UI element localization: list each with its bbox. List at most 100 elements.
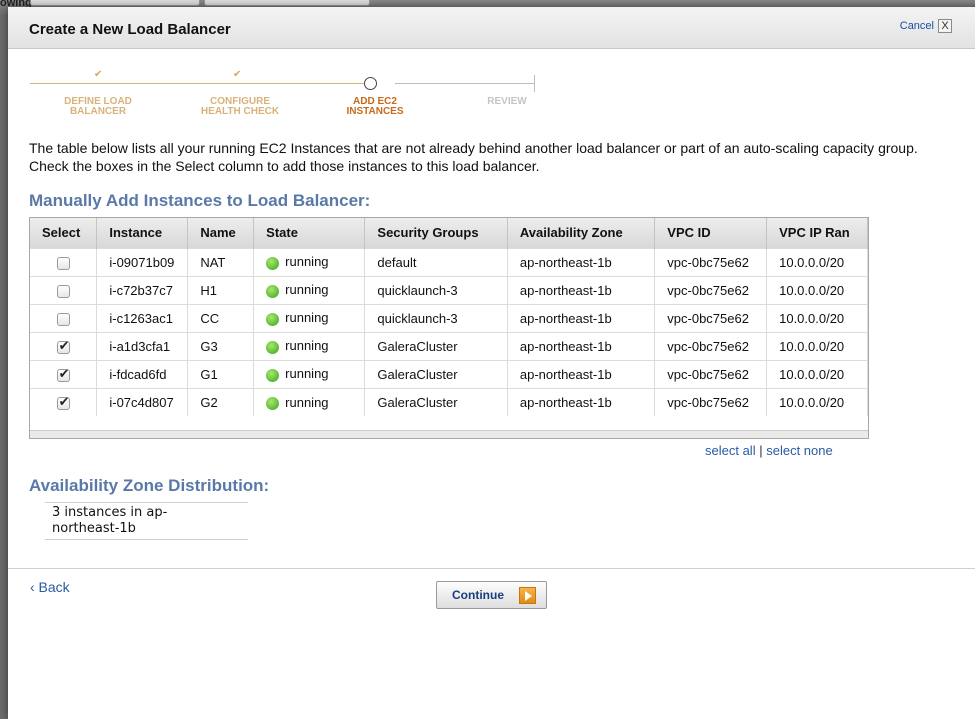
availability-zone-cell: ap-northeast-1b [507,275,656,304]
cancel-link[interactable]: Cancel [900,20,934,32]
column-header-state[interactable]: State [253,218,366,248]
table-row[interactable]: i-a1d3cfa1G3 running GaleraClusterap-north… [30,331,868,360]
continue-button[interactable]: Continue [436,581,547,609]
security-group-cell: GaleraCluster [364,331,508,360]
wizard-progress-done-line [30,83,367,84]
name-cell: NAT [187,247,255,276]
security-group-cell: default [364,247,508,276]
select-cell [30,303,98,332]
select-checkbox[interactable] [56,394,70,410]
select-checkbox[interactable] [56,366,70,382]
instance-cell: i-a1d3cfa1 [96,331,189,360]
back-link[interactable]: ‹ Back [30,579,70,595]
state-label: running [285,254,329,270]
select-checkbox[interactable] [56,284,70,298]
state-label: running [285,282,329,298]
az-distribution-line: northeast-1b [52,521,136,536]
az-distribution-list: 3 instances in ap- northeast-1b [45,502,248,540]
column-header-vpc-ip-range[interactable]: VPC IP Ran [766,218,868,248]
selection-separator: | [759,443,763,458]
instance-cell: i-fdcad6fd [96,359,189,388]
az-distribution-line: 3 instances in ap- [52,505,168,520]
running-status-icon [266,312,280,326]
wizard-step-review: REVIEW [482,97,532,107]
name-cell: G3 [187,331,255,360]
security-group-cell: quicklaunch-3 [364,275,508,304]
instance-cell: i-c1263ac1 [96,303,189,332]
step-complete-check-icon: ✔ [233,69,242,80]
instance-cell: i-c72b37c7 [96,275,189,304]
column-header-vpc-id[interactable]: VPC ID [654,218,768,248]
wizard-step-label: INSTANCES [346,106,404,117]
select-checkbox[interactable] [56,338,70,354]
table-row[interactable]: i-c1263ac1 CC running quicklaunch-3 ap-north… [30,303,868,332]
wizard-step-label: HEALTH CHECK [200,106,280,117]
state-cell: running [253,359,366,388]
state-label: running [285,394,329,410]
current-step-circle-icon [364,77,377,90]
state-cell: running [253,303,366,332]
state-cell: running [253,387,366,416]
cancel-control[interactable]: Cancel X [900,19,952,33]
availability-zone-cell: ap-northeast-1b [507,247,656,276]
horizontal-scrollbar[interactable] [30,430,868,438]
table-row[interactable]: i-07c4d807G2 running GaleraClusterap-north… [30,387,868,416]
select-cell [30,275,98,304]
column-header-name[interactable]: Name [187,218,255,248]
close-icon[interactable]: X [938,19,952,33]
divider [45,539,248,540]
running-status-icon [266,396,280,410]
vpc-ip-range-cell: 10.0.0.0/20 [766,247,868,276]
dialog-title: Create a New Load Balancer [29,21,231,38]
state-cell: running [253,331,366,360]
column-header-security-groups[interactable]: Security Groups [364,218,508,248]
name-cell: CC [187,303,255,332]
footer-divider [8,568,975,569]
column-header-select[interactable]: Select [30,218,98,248]
background-field [30,0,200,6]
state-label: running [285,338,329,354]
instance-cell: i-07c4d807 [96,387,189,416]
instances-table: Select Instance Name State Security Grou… [30,218,868,416]
availability-zone-cell: ap-northeast-1b [507,331,656,360]
az-distribution-item: 3 instances in ap- northeast-1b [45,503,248,539]
table-row[interactable]: i-fdcad6fdG1 running GaleraClusterap-north… [30,359,868,388]
security-group-cell: quicklaunch-3 [364,303,508,332]
create-load-balancer-dialog: Create a New Load Balancer Cancel X ✔ ✔ … [8,7,975,719]
select-cell [30,387,98,416]
background-field-2 [204,0,370,6]
select-cell [30,359,98,388]
wizard-progress: ✔ ✔ DEFINE LOAD BALANCER CONFIGURE HEALT… [30,69,536,129]
select-none-link[interactable]: select none [766,443,833,458]
vpc-id-cell: vpc-0bc75e62 [654,387,768,416]
step-complete-check-icon: ✔ [94,69,103,80]
running-status-icon [266,340,280,354]
table-row[interactable]: i-c72b37c7 H1 running quicklaunch-3 ap-north… [30,275,868,304]
vpc-id-cell: vpc-0bc75e62 [654,359,768,388]
state-cell: running [253,275,366,304]
vpc-ip-range-cell: 10.0.0.0/20 [766,303,868,332]
arrow-right-icon [519,587,536,604]
wizard-progress-todo-line [395,83,535,84]
column-header-availability-zone[interactable]: Availability Zone [507,218,656,248]
vpc-id-cell: vpc-0bc75e62 [654,275,768,304]
running-status-icon [266,284,280,298]
table-row[interactable]: i-09071b09 NAT running default ap-northeast-… [30,247,868,276]
select-cell [30,331,98,360]
dialog-header: Create a New Load Balancer Cancel X [8,7,975,49]
selection-links: select all | select none [705,443,833,458]
name-cell: G2 [187,387,255,416]
name-cell: G1 [187,359,255,388]
select-checkbox[interactable] [56,256,70,270]
availability-zone-cell: ap-northeast-1b [507,387,656,416]
vpc-id-cell: vpc-0bc75e62 [654,247,768,276]
select-all-link[interactable]: select all [705,443,756,458]
instances-table-container: Select Instance Name State Security Grou… [29,217,869,439]
continue-label: Continue [452,588,504,602]
running-status-icon [266,368,280,382]
select-checkbox[interactable] [56,312,70,326]
security-group-cell: GaleraCluster [364,359,508,388]
column-header-instance[interactable]: Instance [96,218,189,248]
vpc-ip-range-cell: 10.0.0.0/20 [766,331,868,360]
select-cell [30,247,98,276]
